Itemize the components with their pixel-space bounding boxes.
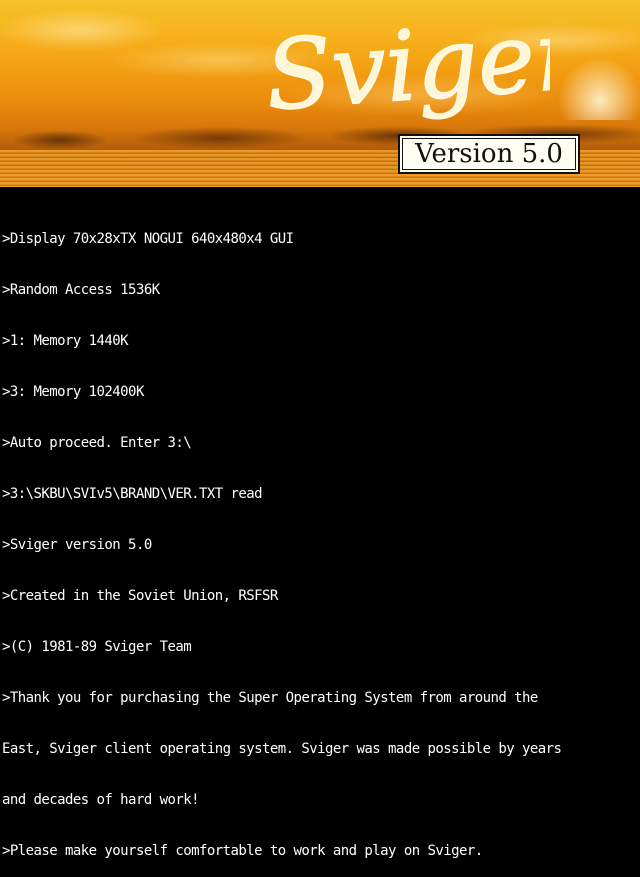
console-line: >Thank you for purchasing the Super Oper…: [2, 690, 538, 706]
console-line: >Random Access 1536K: [2, 282, 160, 298]
console-line: East, Sviger client operating system. Sv…: [2, 741, 562, 757]
console-line: >3: Memory 102400K: [2, 384, 144, 400]
version-badge: Version 5.0: [398, 134, 580, 174]
banner-image: Sviger Version 5.0: [0, 0, 640, 187]
console-line: and decades of hard work!: [2, 792, 200, 808]
console-line: >Auto proceed. Enter 3:\: [2, 435, 192, 451]
console-line: >1: Memory 1440K: [2, 333, 129, 349]
console-line: >Created in the Soviet Union, RSFSR: [2, 588, 278, 604]
console-line: >(C) 1981-89 Sviger Team: [2, 639, 192, 655]
console-line: >Sviger version 5.0: [2, 537, 152, 553]
console-line: >3:\SKBU\SVIv5\BRAND\VER.TXT read: [2, 486, 263, 502]
console-line: >Display 70x28xTX NOGUI 640x480x4 GUI: [2, 231, 294, 247]
boot-console: >Display 70x28xTX NOGUI 640x480x4 GUI >R…: [2, 197, 638, 859]
sviger-logo: Sviger: [261, 0, 550, 130]
console-line: >Please make yourself comfortable to wor…: [2, 843, 483, 859]
version-label: Version 5.0: [415, 139, 563, 169]
logo-text: Sviger: [262, 0, 550, 130]
